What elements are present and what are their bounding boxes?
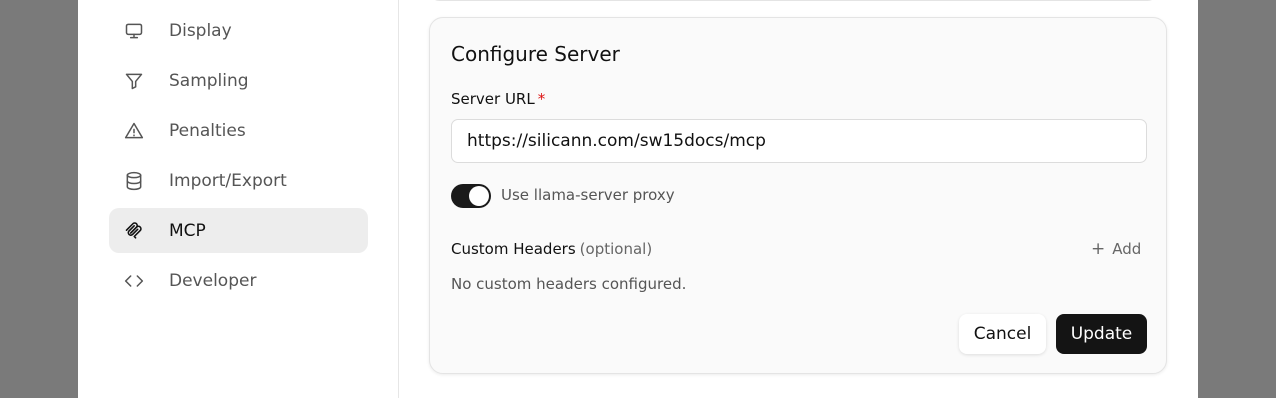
add-header-label: Add <box>1112 240 1142 258</box>
proxy-toggle-label: Use llama-server proxy <box>501 186 675 204</box>
custom-headers-label-text: Custom Headers <box>451 240 576 258</box>
sidebar-item-display[interactable]: Display <box>109 8 368 53</box>
custom-headers-label: Custom Headers (optional) <box>451 240 652 258</box>
server-url-input[interactable] <box>451 119 1147 163</box>
code-icon <box>124 271 144 291</box>
previous-server-card <box>429 0 1158 1</box>
empty-headers-text: No custom headers configured. <box>451 275 687 293</box>
optional-hint: (optional) <box>579 240 653 258</box>
sidebar-item-label: Display <box>169 20 232 41</box>
warning-triangle-icon <box>124 121 144 141</box>
funnel-icon <box>124 71 144 91</box>
settings-sidebar: Display Sampling Penalties Import/Export… <box>78 0 399 398</box>
settings-dialog: Display Sampling Penalties Import/Export… <box>78 0 1198 398</box>
toggle-knob <box>469 186 489 206</box>
sidebar-item-label: Import/Export <box>169 170 287 191</box>
server-url-label: Server URL * <box>451 90 545 108</box>
sidebar-item-label: Penalties <box>169 120 246 141</box>
card-title: Configure Server <box>451 42 620 66</box>
sidebar-item-penalties[interactable]: Penalties <box>109 108 368 153</box>
proxy-toggle[interactable] <box>451 184 491 208</box>
update-button[interactable]: Update <box>1056 314 1147 354</box>
add-header-button[interactable]: + Add <box>1087 237 1145 261</box>
required-marker: * <box>537 90 546 108</box>
sidebar-item-developer[interactable]: Developer <box>109 258 368 303</box>
sidebar-item-label: Developer <box>169 270 257 291</box>
sidebar-item-mcp[interactable]: MCP <box>109 208 368 253</box>
sidebar-item-label: Sampling <box>169 70 249 91</box>
configure-server-card: Configure Server Server URL* Use llama-s… <box>429 17 1167 374</box>
server-url-label-text: Server URL <box>451 90 535 108</box>
database-icon <box>124 171 144 191</box>
sidebar-item-label: MCP <box>169 220 206 241</box>
plus-icon: + <box>1091 239 1106 259</box>
sidebar-item-import-export[interactable]: Import/Export <box>109 158 368 203</box>
mcp-icon <box>124 221 144 241</box>
monitor-icon <box>124 21 144 41</box>
cancel-button[interactable]: Cancel <box>959 314 1046 354</box>
sidebar-item-sampling[interactable]: Sampling <box>109 58 368 103</box>
